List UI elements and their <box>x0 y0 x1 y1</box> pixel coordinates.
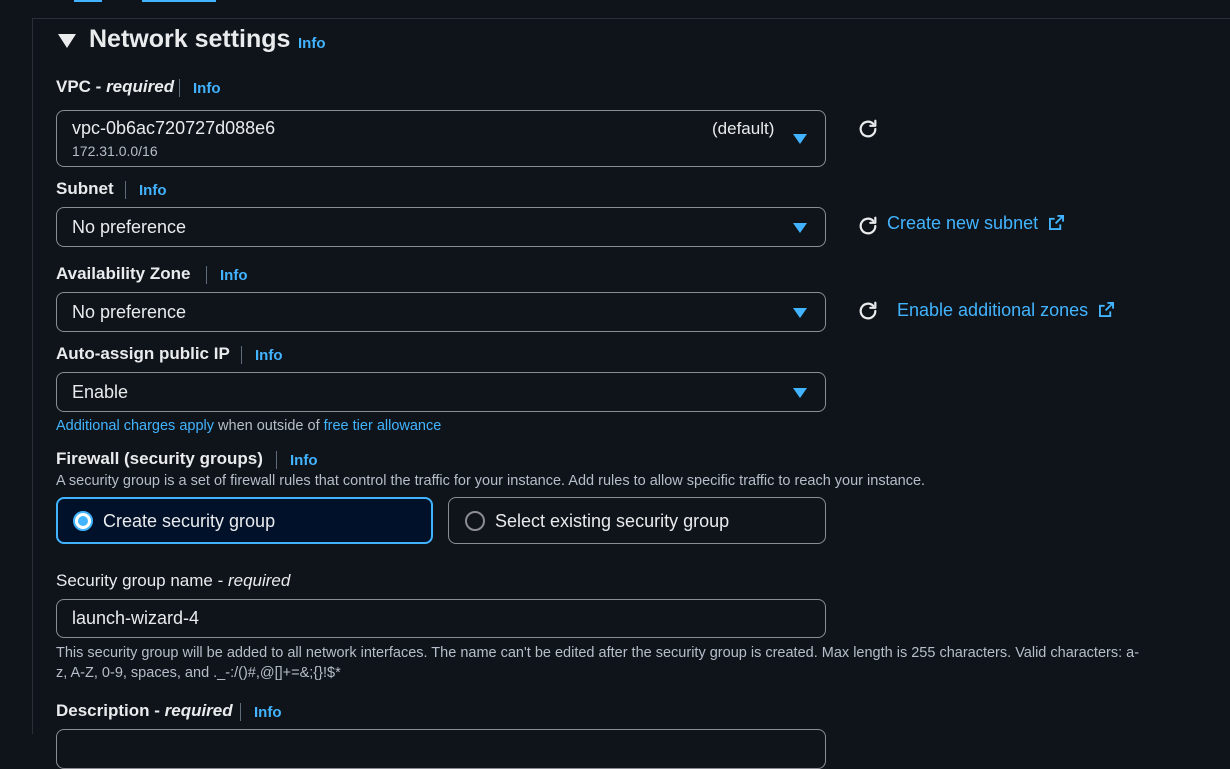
radio-unselected-icon <box>465 511 485 531</box>
public-ip-select-value: Enable <box>72 382 129 402</box>
description-info-link[interactable]: Info <box>254 704 282 721</box>
refresh-icon[interactable] <box>857 118 879 140</box>
chevron-down-icon <box>793 308 807 318</box>
public-ip-note: Additional charges apply when outside of… <box>56 418 441 434</box>
create-security-group-label: Create security group <box>103 511 276 531</box>
availability-zone-select[interactable]: No preference <box>56 292 826 332</box>
firewall-info-link[interactable]: Info <box>290 452 318 469</box>
vpc-required: required <box>106 77 175 96</box>
description-input[interactable] <box>56 729 826 769</box>
top-bar <box>0 0 1230 19</box>
label-divider <box>206 266 207 284</box>
public-ip-select[interactable]: Enable <box>56 372 826 412</box>
enable-zones-link[interactable]: Enable additional zones <box>897 300 1114 321</box>
label-divider <box>240 703 241 721</box>
label-divider <box>276 451 277 469</box>
refresh-icon[interactable] <box>857 215 879 237</box>
collapse-caret-icon[interactable] <box>58 34 76 48</box>
external-link-icon <box>1098 302 1114 317</box>
chevron-down-icon <box>793 223 807 233</box>
additional-charges-link[interactable]: Additional charges apply <box>56 418 214 434</box>
vpc-default-tag: (default) <box>712 119 775 138</box>
network-settings-panel: Network settings Info VPC - required Inf… <box>33 19 1230 769</box>
select-existing-security-group-label: Select existing security group <box>495 511 730 531</box>
security-group-name-label-text: Security group name - <box>56 571 228 590</box>
vpc-select-value: vpc-0b6ac720727d088e6 <box>72 118 276 138</box>
security-group-name-input[interactable] <box>56 599 826 638</box>
chevron-down-icon <box>793 134 807 144</box>
create-subnet-label: Create new subnet <box>887 213 1039 233</box>
security-group-name-required: required <box>227 571 291 590</box>
section-title: Network settings <box>89 25 291 53</box>
subnet-info-link[interactable]: Info <box>139 182 167 199</box>
security-group-name-help-line2: z, A-Z, 0-9, spaces, and ._-:/()#,@[]+=&… <box>56 665 341 681</box>
refresh-icon[interactable] <box>857 300 879 322</box>
security-group-name-label: Security group name - required <box>56 571 290 591</box>
external-link-icon <box>1048 215 1064 230</box>
create-subnet-link[interactable]: Create new subnet <box>887 213 1064 234</box>
subnet-select-value: No preference <box>72 217 187 237</box>
enable-zones-label: Enable additional zones <box>897 300 1089 320</box>
availability-zone-info-link[interactable]: Info <box>220 267 248 284</box>
security-group-name-help-line1: This security group will be added to all… <box>56 645 1140 661</box>
create-security-group-option[interactable]: Create security group <box>56 497 433 544</box>
subnet-select[interactable]: No preference <box>56 207 826 247</box>
breadcrumb-underline <box>74 0 102 2</box>
breadcrumb-underline <box>142 0 216 2</box>
vpc-label: VPC - required <box>56 77 174 97</box>
description-required: required <box>164 701 233 720</box>
description-label-text: Description - <box>56 701 165 720</box>
free-tier-link[interactable]: free tier allowance <box>324 418 442 434</box>
vpc-info-link[interactable]: Info <box>193 80 221 97</box>
firewall-label: Firewall (security groups) <box>56 449 263 468</box>
label-divider <box>179 79 180 97</box>
subnet-label: Subnet <box>56 179 114 198</box>
availability-zone-select-value: No preference <box>72 302 187 322</box>
public-ip-info-link[interactable]: Info <box>255 347 283 364</box>
network-settings-info-link[interactable]: Info <box>298 35 326 52</box>
availability-zone-label: Availability Zone <box>56 264 191 283</box>
vpc-label-text: VPC - <box>56 77 107 96</box>
firewall-description: A security group is a set of firewall ru… <box>56 473 926 489</box>
vpc-select[interactable]: vpc-0b6ac720727d088e6 172.31.0.0/16 (def… <box>56 110 826 167</box>
label-divider <box>125 181 126 199</box>
left-rail <box>0 18 33 734</box>
label-divider <box>241 346 242 364</box>
select-existing-security-group-option[interactable]: Select existing security group <box>448 497 826 544</box>
chevron-down-icon <box>793 388 807 398</box>
vpc-cidr: 172.31.0.0/16 <box>72 143 158 159</box>
public-ip-note-text: when outside of <box>214 418 324 434</box>
public-ip-label: Auto-assign public IP <box>56 344 230 363</box>
description-label: Description - required <box>56 701 233 721</box>
radio-selected-icon <box>73 511 93 531</box>
